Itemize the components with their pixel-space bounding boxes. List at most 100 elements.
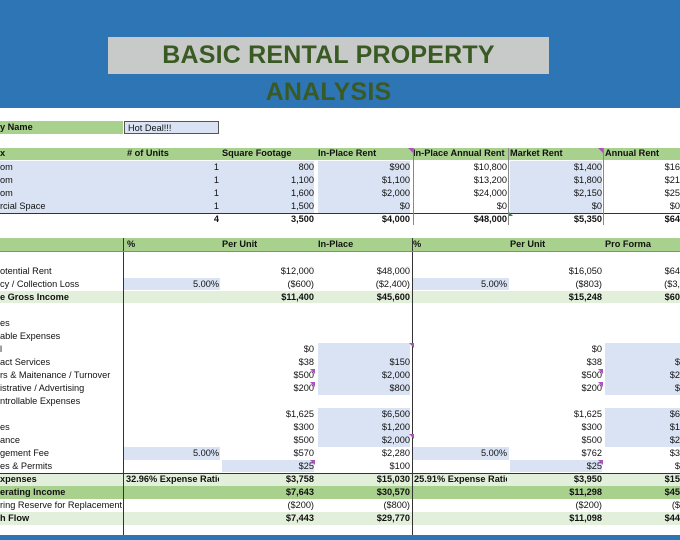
analysis-cell-pct2[interactable] [414,317,507,330]
analysis-cell-pct2[interactable] [414,265,507,278]
analysis-cell-pu[interactable]: $7,643 [222,486,314,499]
analysis-cell-pf[interactable]: $6 [605,408,680,421]
analysis-cell-pu[interactable]: ($600) [222,278,314,291]
analysis-cell-pct[interactable] [126,369,219,382]
analysis-cell-ip[interactable] [318,330,410,343]
analysis-cell-pct2[interactable] [414,343,507,356]
analysis-cell-pct[interactable]: 32.96% Expense Ratio [126,473,219,486]
unit-cell-inplace_annual[interactable]: $10,800 [413,161,507,174]
analysis-cell-pu2[interactable]: $300 [510,421,602,434]
analysis-cell-pct[interactable] [126,421,219,434]
analysis-cell-ip[interactable] [318,395,410,408]
analysis-cell-pct2[interactable] [414,512,507,525]
analysis-cell-pu[interactable]: $570 [222,447,314,460]
analysis-cell-pct2[interactable] [414,330,507,343]
analysis-cell-pu2[interactable]: $11,298 [510,486,602,499]
analysis-cell-pu2[interactable]: $38 [510,356,602,369]
analysis-cell-ip[interactable]: $1,200 [318,421,410,434]
analysis-cell-pct2[interactable] [414,408,507,421]
analysis-cell-pu[interactable]: $12,000 [222,265,314,278]
unit-cell-units[interactable]: 1 [127,200,219,213]
unit-cell-units[interactable]: 1 [127,174,219,187]
analysis-cell-ip[interactable]: $45,600 [318,291,410,304]
analysis-cell-pct[interactable] [126,304,219,317]
analysis-cell-pu2[interactable] [510,304,602,317]
analysis-cell-pct[interactable] [126,291,219,304]
analysis-cell-pu[interactable]: ($200) [222,499,314,512]
analysis-cell-pct[interactable]: 5.00% [126,447,219,460]
analysis-cell-pct[interactable] [126,408,219,421]
unit-cell-sqft[interactable]: 800 [222,161,314,174]
analysis-cell-ip[interactable]: $800 [318,382,410,395]
analysis-cell-pf[interactable]: $2 [605,369,680,382]
analysis-cell-pf[interactable] [605,395,680,408]
analysis-cell-pu2[interactable]: ($200) [510,499,602,512]
analysis-cell-pf[interactable] [605,330,680,343]
analysis-cell-pct2[interactable] [414,382,507,395]
unit-cell-inplace_annual[interactable]: $13,200 [413,174,507,187]
analysis-cell-pf[interactable]: $45 [605,486,680,499]
unit-cell-sqft[interactable]: 1,600 [222,187,314,200]
analysis-cell-ip[interactable]: $150 [318,356,410,369]
analysis-cell-ip[interactable]: $6,500 [318,408,410,421]
unit-cell-inplace[interactable]: $2,000 [318,187,410,200]
analysis-cell-pu[interactable]: $1,625 [222,408,314,421]
analysis-cell-pu[interactable] [222,395,314,408]
analysis-cell-pct2[interactable]: 25.91% Expense Ratio [414,473,507,486]
analysis-cell-pf[interactable] [605,343,680,356]
unit-cell-inplace[interactable]: $900 [318,161,410,174]
analysis-cell-pf[interactable] [605,317,680,330]
analysis-cell-pf[interactable]: $60 [605,291,680,304]
analysis-cell-pu[interactable]: $3,758 [222,473,314,486]
analysis-cell-pct[interactable] [126,434,219,447]
unit-cell-sqft[interactable]: 1,500 [222,200,314,213]
unit-cell-units[interactable]: 1 [127,161,219,174]
analysis-cell-pu[interactable]: $500 [222,369,314,382]
analysis-cell-pct2[interactable] [414,395,507,408]
unit-cell-inplace_annual[interactable]: $0 [413,200,507,213]
analysis-cell-pu2[interactable]: ($803) [510,278,602,291]
analysis-cell-pct[interactable] [126,343,219,356]
unit-cell-market[interactable]: $2,150 [510,187,602,200]
analysis-cell-pu[interactable]: $38 [222,356,314,369]
unit-cell-market[interactable]: $0 [510,200,602,213]
analysis-cell-pct[interactable] [126,512,219,525]
analysis-cell-pu2[interactable]: $500 [510,369,602,382]
analysis-cell-pf[interactable]: $ [605,460,680,473]
unit-cell-inplace[interactable]: $1,100 [318,174,410,187]
analysis-cell-pct[interactable] [126,486,219,499]
analysis-cell-ip[interactable]: $48,000 [318,265,410,278]
analysis-cell-ip[interactable]: $2,280 [318,447,410,460]
analysis-cell-pu[interactable]: $11,400 [222,291,314,304]
analysis-cell-ip[interactable]: $2,000 [318,434,410,447]
unit-cell-annual[interactable]: $16 [605,161,680,174]
analysis-cell-pct2[interactable] [414,421,507,434]
analysis-cell-pct[interactable] [126,395,219,408]
unit-cell-annual[interactable]: $21 [605,174,680,187]
analysis-cell-pu[interactable]: $7,443 [222,512,314,525]
analysis-cell-pct[interactable] [126,330,219,343]
unit-cell-type[interactable]: rcial Space [0,200,120,213]
analysis-cell-pf[interactable]: ($3, [605,278,680,291]
analysis-cell-ip[interactable]: ($2,400) [318,278,410,291]
analysis-cell-pct2[interactable]: 5.00% [414,447,507,460]
analysis-cell-pf[interactable] [605,304,680,317]
analysis-cell-pu[interactable] [222,317,314,330]
unit-cell-market[interactable]: $1,400 [510,161,602,174]
unit-cell-sqft[interactable]: 1,100 [222,174,314,187]
analysis-cell-pct2[interactable] [414,304,507,317]
analysis-cell-ip[interactable]: $100 [318,460,410,473]
analysis-cell-ip[interactable]: $15,030 [318,473,410,486]
analysis-cell-pct[interactable] [126,356,219,369]
analysis-cell-ip[interactable] [318,317,410,330]
analysis-cell-pu[interactable]: $200 [222,382,314,395]
unit-cell-type[interactable]: om [0,187,120,200]
analysis-cell-pu[interactable] [222,304,314,317]
unit-cell-type[interactable]: om [0,174,120,187]
unit-cell-annual[interactable]: $25 [605,187,680,200]
unit-cell-inplace[interactable]: $0 [318,200,410,213]
analysis-cell-pu2[interactable] [510,395,602,408]
analysis-cell-pu2[interactable]: $25 [510,460,602,473]
analysis-cell-pct[interactable]: 5.00% [126,278,219,291]
analysis-cell-ip[interactable]: ($800) [318,499,410,512]
